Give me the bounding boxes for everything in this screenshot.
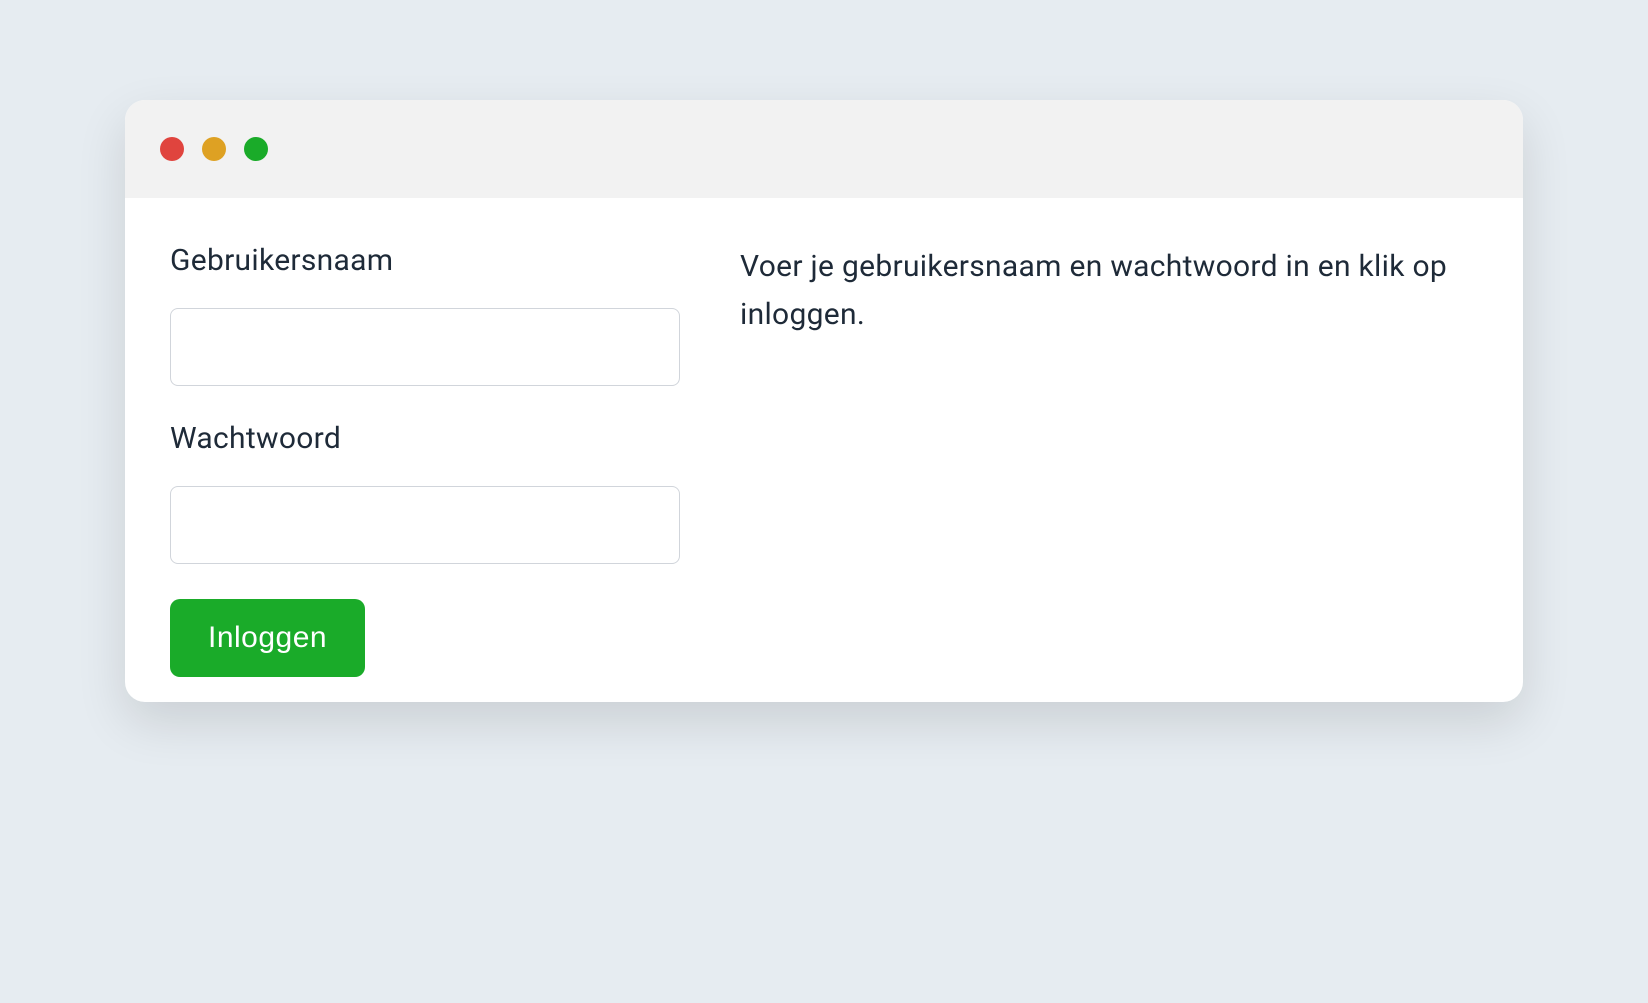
- close-icon[interactable]: [160, 137, 184, 161]
- password-group: Wachtwoord: [170, 421, 680, 564]
- username-input[interactable]: [170, 308, 680, 386]
- window-content: Gebruikersnaam Wachtwoord Inloggen Voer …: [125, 198, 1523, 702]
- login-form: Gebruikersnaam Wachtwoord Inloggen: [170, 243, 680, 677]
- password-label: Wachtwoord: [170, 421, 680, 456]
- username-label: Gebruikersnaam: [170, 243, 680, 278]
- app-window: Gebruikersnaam Wachtwoord Inloggen Voer …: [125, 100, 1523, 702]
- maximize-icon[interactable]: [244, 137, 268, 161]
- login-button[interactable]: Inloggen: [170, 599, 365, 677]
- username-group: Gebruikersnaam: [170, 243, 680, 386]
- minimize-icon[interactable]: [202, 137, 226, 161]
- info-panel: Voer je gebruikersnaam en wachtwoord in …: [740, 243, 1478, 677]
- password-input[interactable]: [170, 486, 680, 564]
- instructions-text: Voer je gebruikersnaam en wachtwoord in …: [740, 243, 1478, 339]
- window-titlebar: [125, 100, 1523, 198]
